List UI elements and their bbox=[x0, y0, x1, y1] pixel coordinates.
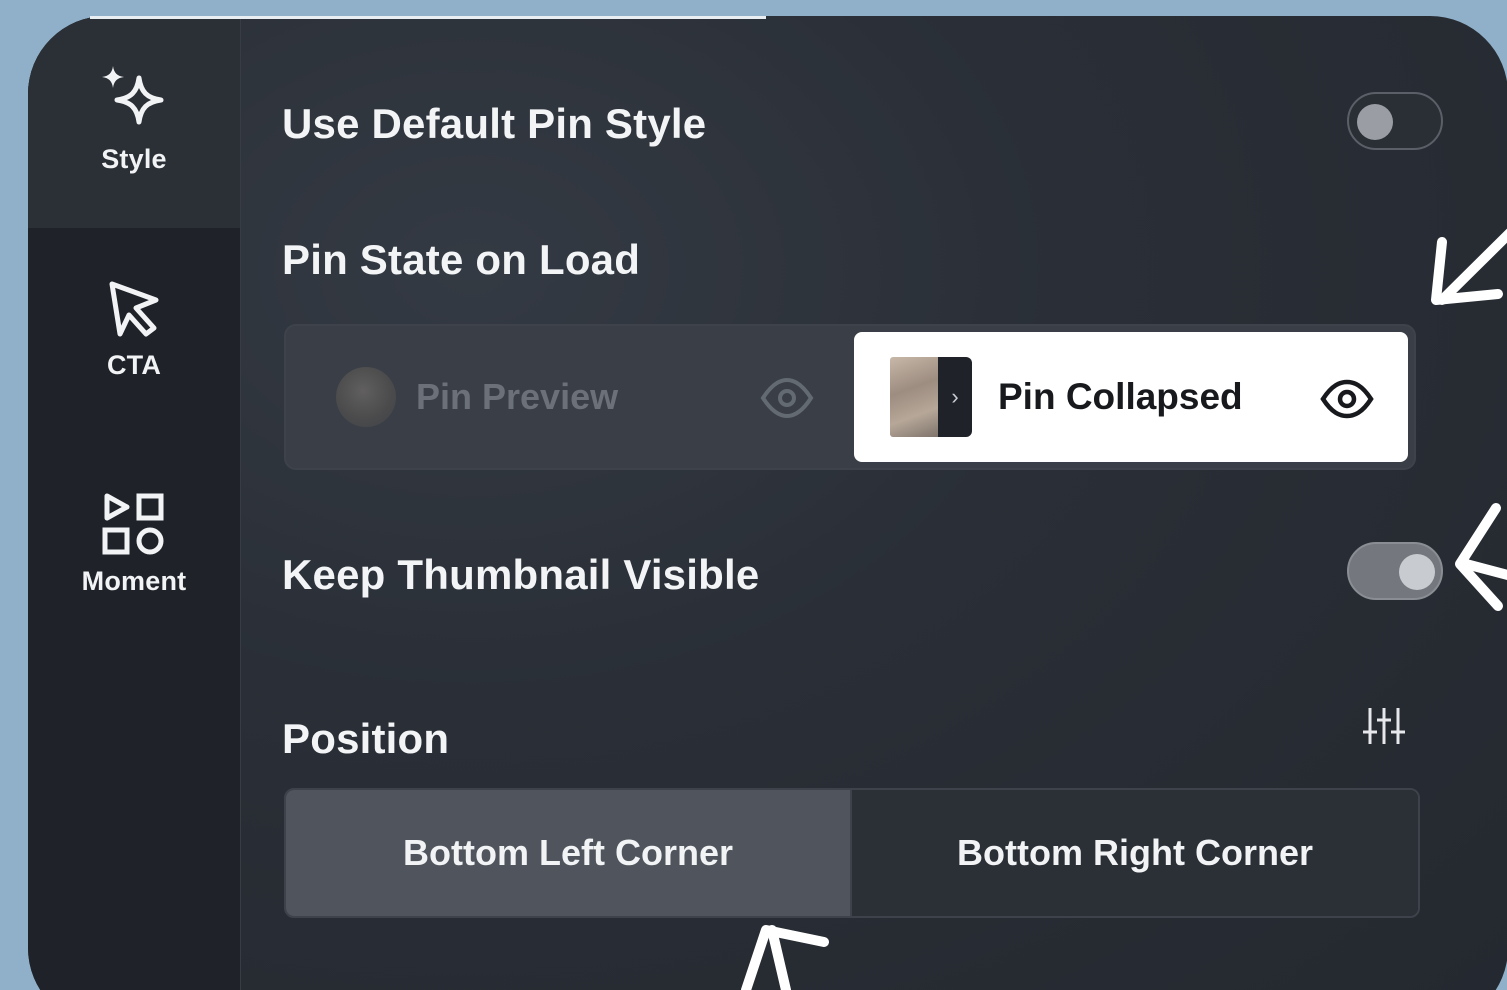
default-pin-style-toggle[interactable] bbox=[1347, 92, 1443, 150]
pin-collapsed-option[interactable]: › Pin Collapsed bbox=[854, 332, 1408, 462]
sidebar-item-label: Moment bbox=[81, 566, 187, 596]
toggle-knob bbox=[1399, 554, 1435, 590]
arrow-icon bbox=[1431, 228, 1507, 305]
position-segmented-control: Bottom Left Corner Bottom Right Corner bbox=[284, 788, 1420, 918]
pin-preview-option[interactable]: Pin Preview bbox=[286, 326, 854, 468]
pin-collapsed-thumbnail: › bbox=[890, 357, 974, 437]
progress-line bbox=[90, 16, 766, 19]
pin-state-label: Pin State on Load bbox=[282, 236, 641, 283]
sidebar-item-label: Style bbox=[101, 144, 167, 174]
sidebar-item-moment[interactable]: Moment bbox=[28, 492, 240, 597]
sparkle-icon bbox=[102, 66, 164, 125]
bottom-right-corner-button[interactable]: Bottom Right Corner bbox=[852, 790, 1418, 916]
sidebar-item-style[interactable]: Style bbox=[28, 16, 240, 228]
sidebar-item-label: CTA bbox=[106, 350, 162, 380]
sliders-icon[interactable] bbox=[1358, 704, 1410, 748]
pin-preview-label: Pin Preview bbox=[416, 376, 619, 417]
arrow-icon bbox=[741, 925, 829, 990]
sidebar: Style CTA Moment bbox=[28, 16, 241, 990]
sidebar-item-cta[interactable]: CTA bbox=[28, 278, 240, 381]
chevron-right-icon: › bbox=[938, 357, 972, 437]
eye-icon[interactable] bbox=[760, 372, 814, 424]
arrow-icon bbox=[1455, 503, 1507, 611]
pin-state-segmented-control: Pin Preview › Pin Collapsed bbox=[284, 324, 1416, 470]
bottom-left-corner-button[interactable]: Bottom Left Corner bbox=[286, 790, 852, 916]
cursor-arrow-icon bbox=[109, 281, 159, 337]
screenshot-stage: Style CTA Moment Use Default Pin Style P… bbox=[0, 0, 1507, 990]
pin-collapsed-label: Pin Collapsed bbox=[998, 376, 1243, 417]
default-pin-style-label: Use Default Pin Style bbox=[282, 100, 707, 147]
shapes-icon bbox=[102, 493, 164, 555]
thumbnail-image bbox=[890, 357, 938, 437]
toggle-knob bbox=[1357, 104, 1393, 140]
keep-thumbnail-label: Keep Thumbnail Visible bbox=[282, 551, 760, 598]
eye-icon[interactable] bbox=[1320, 377, 1374, 421]
pin-preview-thumbnail bbox=[336, 367, 396, 427]
keep-thumbnail-toggle[interactable] bbox=[1347, 542, 1443, 600]
position-label: Position bbox=[282, 715, 450, 762]
